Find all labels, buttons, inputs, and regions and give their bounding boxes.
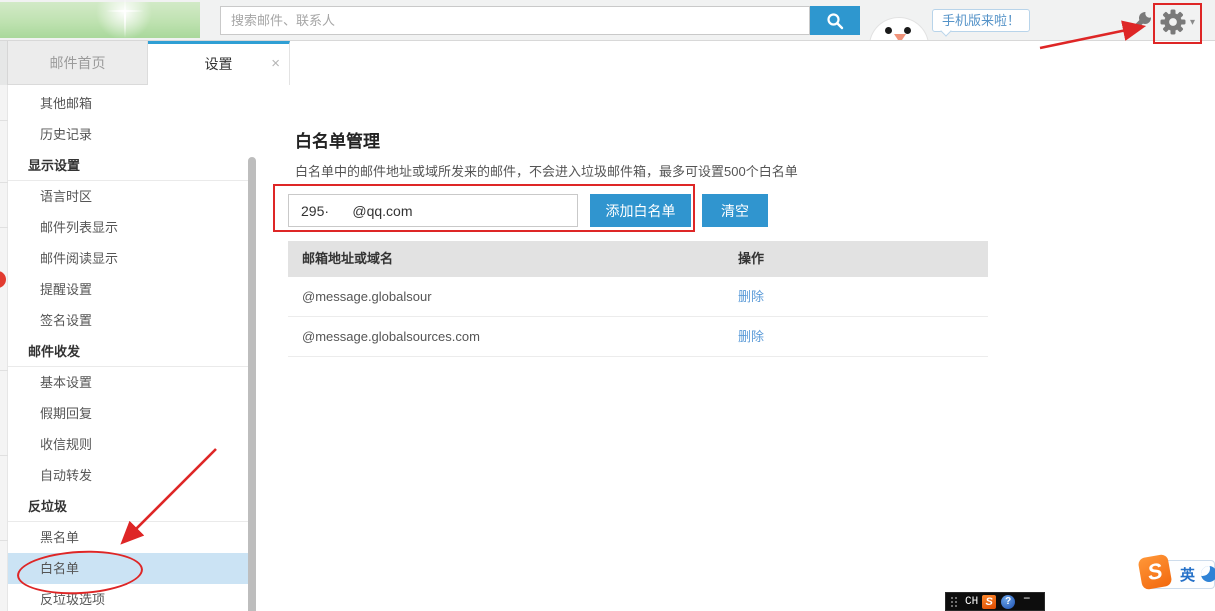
page-title: 白名单管理 xyxy=(295,127,380,152)
sidebar-item[interactable]: 假期回复 xyxy=(8,398,248,429)
sidebar-item[interactable]: 自动转发 xyxy=(8,460,248,491)
minimize-icon[interactable]: − xyxy=(1023,591,1030,605)
tab-settings-label: 设置 xyxy=(205,56,233,72)
tab-settings[interactable]: 设置 × xyxy=(148,41,290,85)
mail-settings-screen: 手机版来啦！ ▾ xyxy=(0,0,1215,611)
add-whitelist-button[interactable]: 添加白名单 xyxy=(590,194,691,227)
table-row: @message.globalsour 删除 xyxy=(288,277,988,317)
ime-lang-label[interactable]: CH xyxy=(965,596,978,608)
sidebar-item[interactable]: 基本设置 xyxy=(8,367,248,398)
sparkle-icon xyxy=(112,0,138,38)
chevron-down-icon: ▾ xyxy=(1190,17,1195,28)
sidebar-item[interactable]: 黑名单 xyxy=(8,522,248,553)
wrench-icon[interactable] xyxy=(1127,10,1153,36)
ime-language-bar[interactable]: CH S ? − xyxy=(945,592,1045,611)
sidebar-item[interactable]: 白名单 xyxy=(8,553,248,584)
topbar: 手机版来啦！ ▾ xyxy=(0,0,1215,41)
avatar-eye xyxy=(885,27,892,34)
address-cell: @message.globalsources.com xyxy=(288,317,480,357)
sogou-logo-icon[interactable]: S xyxy=(1137,554,1172,591)
sidebar-item[interactable]: 邮件阅读显示 xyxy=(8,243,248,274)
table-header-row: 邮箱地址或域名 操作 xyxy=(288,241,988,277)
mobile-version-tip[interactable]: 手机版来啦！ xyxy=(932,9,1030,32)
address-cell: @message.globalsour xyxy=(288,277,432,317)
promo-banner[interactable] xyxy=(0,2,200,38)
sidebar-item[interactable]: 提醒设置 xyxy=(8,274,248,305)
settings-nav: 其他邮箱历史记录显示设置语言时区邮件列表显示邮件阅读显示提醒设置签名设置邮件收发… xyxy=(8,85,248,611)
moon-icon[interactable] xyxy=(1201,566,1215,582)
sidebar-item[interactable]: 显示设置 xyxy=(8,150,248,181)
unread-badge xyxy=(0,271,6,288)
delete-link[interactable]: 删除 xyxy=(738,317,764,357)
help-icon[interactable]: ? xyxy=(1001,595,1015,609)
sidebar-item[interactable]: 语言时区 xyxy=(8,181,248,212)
col-address-header: 邮箱地址或域名 xyxy=(288,241,393,277)
sidebar-item[interactable]: 收信规则 xyxy=(8,429,248,460)
col-action-header: 操作 xyxy=(738,241,764,277)
close-tab-icon[interactable]: × xyxy=(271,44,280,84)
sidebar-item[interactable]: 其他邮箱 xyxy=(8,88,248,119)
search-icon xyxy=(825,11,845,31)
table-row: @message.globalsources.com 删除 xyxy=(288,317,988,357)
sidebar-item[interactable]: 邮件收发 xyxy=(8,336,248,367)
sidebar-item[interactable]: 反垃圾选项 xyxy=(8,584,248,611)
sidebar-item[interactable]: 反垃圾 xyxy=(8,491,248,522)
tab-sliver xyxy=(0,41,8,85)
sidebar-item[interactable]: 邮件列表显示 xyxy=(8,212,248,243)
sogou-ime-icon[interactable]: S xyxy=(982,595,996,609)
search-input[interactable] xyxy=(220,6,810,35)
sogou-language-mode[interactable]: 英 xyxy=(1180,564,1195,585)
table-body: @message.globalsour 删除 @message.globalso… xyxy=(288,277,988,357)
sidebar-item[interactable]: 历史记录 xyxy=(8,119,248,150)
tab-mail-home[interactable]: 邮件首页 xyxy=(8,41,148,85)
page-description: 白名单中的邮件地址或域所发来的邮件，不会进入垃圾邮件箱，最多可设置500个白名单 xyxy=(295,161,798,180)
sidebar-scrollbar[interactable] xyxy=(248,157,256,611)
avatar[interactable] xyxy=(869,17,929,41)
avatar-eye xyxy=(904,27,911,34)
gear-icon xyxy=(1158,7,1188,37)
drag-handle-icon[interactable] xyxy=(950,596,959,608)
settings-gear-button[interactable]: ▾ xyxy=(1158,8,1200,36)
clear-button[interactable]: 清空 xyxy=(702,194,768,227)
delete-link[interactable]: 删除 xyxy=(738,277,764,317)
avatar-beak xyxy=(894,34,906,41)
sidebar-item[interactable]: 签名设置 xyxy=(8,305,248,336)
background-mail-list-edge xyxy=(0,85,8,611)
whitelist-address-input[interactable] xyxy=(288,194,578,227)
search-button[interactable] xyxy=(810,6,860,35)
whitelist-table: 邮箱地址或域名 操作 @message.globalsour 删除 @messa… xyxy=(288,241,988,357)
